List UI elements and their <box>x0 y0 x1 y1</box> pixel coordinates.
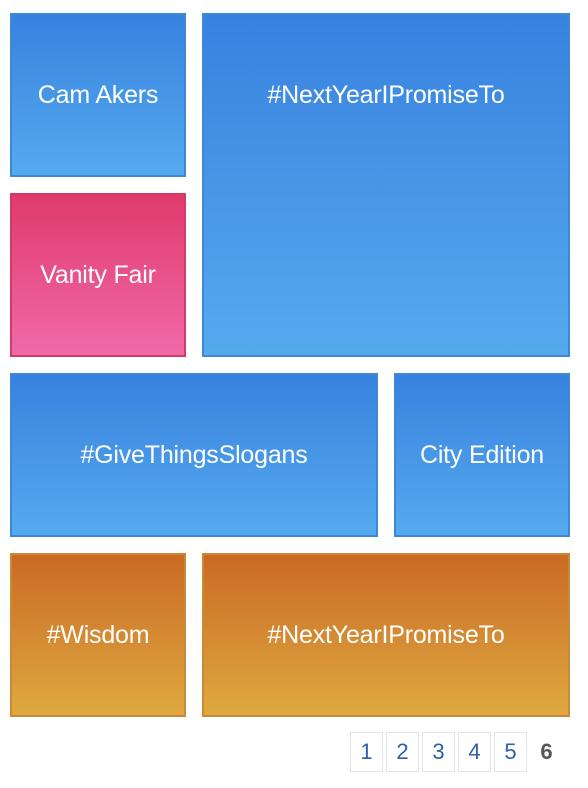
page-link-2[interactable]: 2 <box>386 732 419 772</box>
trend-tile-label: #GiveThingsSlogans <box>80 440 308 469</box>
pagination: 1 2 3 4 5 6 <box>350 732 563 774</box>
trend-tile-give-things-slogans[interactable]: #GiveThingsSlogans <box>10 373 378 537</box>
trend-tile-cam-akers[interactable]: Cam Akers <box>10 13 186 177</box>
trend-tile-label: City Edition <box>419 440 545 469</box>
trend-tile-wisdom[interactable]: #Wisdom <box>10 553 186 717</box>
trend-tile-label: #NextYearIPromiseTo <box>267 620 505 649</box>
trend-tile-label: Cam Akers <box>37 80 159 109</box>
trend-tile-next-year-i-promise-to-2[interactable]: #NextYearIPromiseTo <box>202 553 570 717</box>
page-link-5[interactable]: 5 <box>494 732 527 772</box>
trend-tile-label: #NextYearIPromiseTo <box>267 81 505 109</box>
trend-tile-city-edition[interactable]: City Edition <box>394 373 570 537</box>
trend-tile-vanity-fair[interactable]: Vanity Fair <box>10 193 186 357</box>
page-link-3[interactable]: 3 <box>422 732 455 772</box>
trend-tile-label: Vanity Fair <box>40 260 156 289</box>
page-current: 6 <box>540 739 553 764</box>
trend-tile-label: #Wisdom <box>46 620 150 649</box>
trend-tile-next-year-i-promise-to[interactable]: #NextYearIPromiseTo <box>202 13 570 357</box>
page-link-4[interactable]: 4 <box>458 732 491 772</box>
page-link-1[interactable]: 1 <box>350 732 383 772</box>
